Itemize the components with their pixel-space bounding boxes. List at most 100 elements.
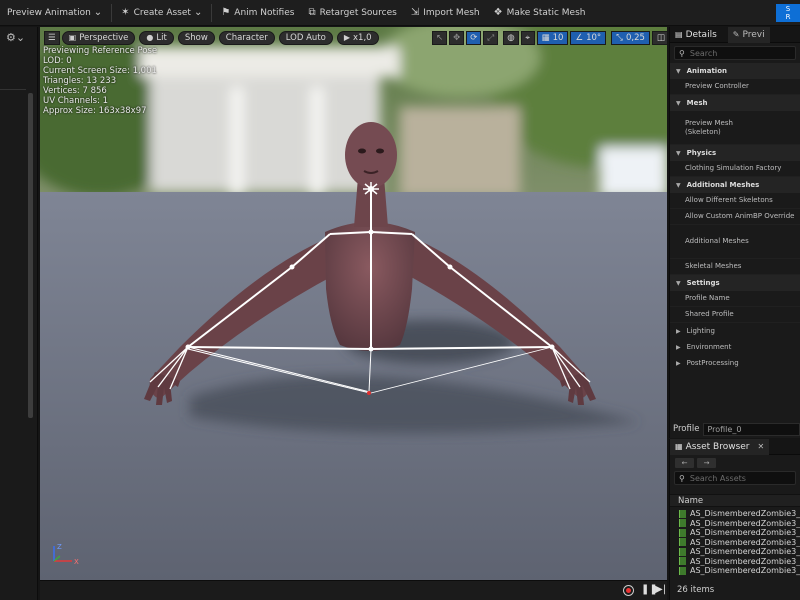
viewport-stat-line: Triangles: 13 233 <box>43 76 117 86</box>
viewport-options-button[interactable]: ☰ <box>44 30 60 45</box>
anim-notifies-button[interactable]: ⚑ Anim Notifies <box>214 0 301 26</box>
chevron-down-icon: ⌄ <box>93 7 103 18</box>
asset-list-item[interactable]: AS_DismemberedZombie3_Att <box>670 538 800 548</box>
viewport-stat-line: UV Channels: 1 <box>43 96 109 106</box>
details-property-row[interactable]: Clothing Simulation Factory <box>670 161 800 177</box>
asset-list-item[interactable]: AS_DismemberedZombie3_Att <box>670 519 800 529</box>
create-asset-icon: ✶ <box>121 7 130 18</box>
lit-button[interactable]: ● Lit <box>139 30 174 45</box>
details-category-row[interactable]: ▼ Physics <box>670 145 800 161</box>
preview-animation-label: Preview Animation <box>7 7 91 18</box>
details-category-row[interactable]: ▼ Additional Meshes <box>670 177 800 193</box>
chevron-right-icon[interactable]: ▶ <box>676 328 681 335</box>
import-mesh-button[interactable]: ⇲ Import Mesh <box>404 0 487 26</box>
surface-snap-button[interactable]: ⌖ <box>520 30 535 45</box>
asset-search-input[interactable] <box>689 473 795 483</box>
details-search-input[interactable] <box>689 48 795 58</box>
asset-list-item[interactable]: AS_DismemberedZombie3_Att <box>670 509 800 519</box>
chevron-down-icon: ⌄ <box>193 7 203 18</box>
asset-name: AS_DismemberedZombie3_Att <box>690 518 800 528</box>
create-asset-menu[interactable]: ✶ Create Asset ⌄ <box>114 0 209 26</box>
scale-icon: ⤢ <box>487 32 495 43</box>
close-icon[interactable]: ✕ <box>758 442 765 451</box>
details-property-row[interactable]: Additional Meshes <box>670 225 800 259</box>
left-panel: ⚙⌄ <box>0 27 38 600</box>
details-property-row[interactable]: Allow Different Skeletons <box>670 193 800 209</box>
back-button[interactable]: ← <box>675 457 694 468</box>
rotation-snap-button[interactable]: ∠ 10° <box>570 30 607 45</box>
blue-button-top-label: S <box>785 5 791 13</box>
chevron-down-icon[interactable]: ▼ <box>676 182 681 189</box>
left-panel-scrollbar[interactable] <box>28 93 33 418</box>
tab-details[interactable]: ▤ Details <box>670 27 722 43</box>
details-category-row[interactable]: ▶ Lighting <box>670 323 800 339</box>
asset-name: AS_DismemberedZombie3_Att <box>690 537 800 547</box>
details-category-row[interactable]: ▼ Settings <box>670 275 800 291</box>
details-category-row[interactable]: ▶ PostProcessing <box>670 355 800 371</box>
axis-x-label: X <box>74 558 79 566</box>
asset-browser-tabs: ▦ Asset Browser ✕ <box>670 438 800 455</box>
camera-icon: ▣ <box>68 33 77 42</box>
character-button[interactable]: Character <box>218 30 275 45</box>
record-button[interactable] <box>623 585 634 596</box>
scale-snap-button[interactable]: ⤡ 0,25 <box>611 30 650 45</box>
chevron-down-icon[interactable]: ▼ <box>676 100 681 107</box>
translate-mode-button[interactable]: ✥ <box>449 30 465 45</box>
angle-icon: ∠ <box>575 32 584 43</box>
preview-tab-label: Previ <box>742 29 765 40</box>
tab-asset-browser[interactable]: ▦ Asset Browser ✕ <box>670 438 770 455</box>
asset-list-item[interactable]: AS_DismemberedZombie3_De <box>670 566 800 576</box>
retarget-sources-button[interactable]: ⧉ Retarget Sources <box>301 0 403 26</box>
asset-list-item[interactable]: AS_DismemberedZombie3_Att <box>670 528 800 538</box>
preview-animation-menu[interactable]: Preview Animation ⌄ <box>0 0 109 26</box>
make-static-mesh-button[interactable]: ❖ Make Static Mesh <box>487 0 593 26</box>
chevron-down-icon[interactable]: ▼ <box>676 150 681 157</box>
show-button[interactable]: Show <box>177 30 215 45</box>
details-category-row[interactable]: ▼ Animation <box>670 63 800 79</box>
chevron-right-icon[interactable]: ▶ <box>676 344 681 351</box>
details-tab-label: Details <box>685 29 717 40</box>
left-panel-divider <box>0 89 26 90</box>
profile-value-field[interactable]: Profile_0 <box>703 422 800 436</box>
scale-mode-button[interactable]: ⤢ <box>483 30 499 45</box>
details-property-row[interactable]: Preview Mesh (Skeleton) <box>670 111 800 145</box>
rotate-mode-button[interactable]: ⟳ <box>466 30 482 45</box>
details-category-row[interactable]: ▶ Environment <box>670 339 800 355</box>
asset-list-item[interactable]: AS_DismemberedZombie3_Cra <box>670 547 800 557</box>
preview-viewport[interactable]: ☰ ▣ Perspective ● Lit Show Character LOD A… <box>40 27 667 580</box>
animation-asset-icon <box>679 528 686 537</box>
select-mode-button[interactable]: ↖ <box>432 30 448 45</box>
sphere-icon: ● <box>146 33 154 42</box>
perspective-button[interactable]: ▣ Perspective <box>61 30 136 45</box>
lit-label: Lit <box>156 32 167 43</box>
play-speed-button[interactable]: ▶ x1,0 <box>336 30 379 45</box>
gear-icon[interactable]: ⚙⌄ <box>6 31 25 44</box>
forward-button[interactable]: → <box>697 457 716 468</box>
details-property-row[interactable]: Shared Profile <box>670 307 800 323</box>
grid-snap-button[interactable]: ▦ 10 <box>536 30 569 45</box>
chevron-down-icon[interactable]: ▼ <box>676 280 681 287</box>
blue-action-button[interactable]: SR <box>776 4 800 22</box>
details-row-label: Profile Name <box>685 294 730 302</box>
camera-speed-button[interactable]: ◫4 <box>651 30 667 45</box>
asset-browser-panel: ▦Asset Browser ✕ ← → ⚲ Name AS_Dismembere… <box>669 438 800 600</box>
asset-column-header-name[interactable]: Name <box>670 494 800 507</box>
asset-list-item[interactable]: AS_DismemberedZombie3_De <box>670 557 800 567</box>
chevron-right-icon[interactable]: ▶ <box>676 360 681 367</box>
details-property-row[interactable]: Profile Name <box>670 291 800 307</box>
chevron-down-icon[interactable]: ▼ <box>676 68 681 75</box>
asset-browser-nav: ← → <box>670 455 800 470</box>
tab-preview-settings[interactable]: ✎ Previ <box>727 26 770 43</box>
coordinate-space-button[interactable]: ◍ <box>503 30 519 45</box>
lod-button[interactable]: LOD Auto <box>278 30 333 45</box>
details-property-row[interactable]: Allow Custom AnimBP Override <box>670 209 800 225</box>
step-forward-icon[interactable]: ▶| <box>655 584 666 595</box>
details-category-row[interactable]: ▼ Mesh <box>670 95 800 111</box>
surface-snap-icon: ⌖ <box>525 32 530 43</box>
show-label: Show <box>184 32 208 43</box>
animation-asset-icon <box>679 519 686 528</box>
details-property-row[interactable]: Skeletal Meshes <box>670 259 800 275</box>
make-static-mesh-icon: ❖ <box>493 7 503 18</box>
details-property-row[interactable]: Preview Controller <box>670 79 800 95</box>
main-toolbar: Preview Animation ⌄ ✶ Create Asset ⌄ ⚑ Anim … <box>0 0 800 26</box>
